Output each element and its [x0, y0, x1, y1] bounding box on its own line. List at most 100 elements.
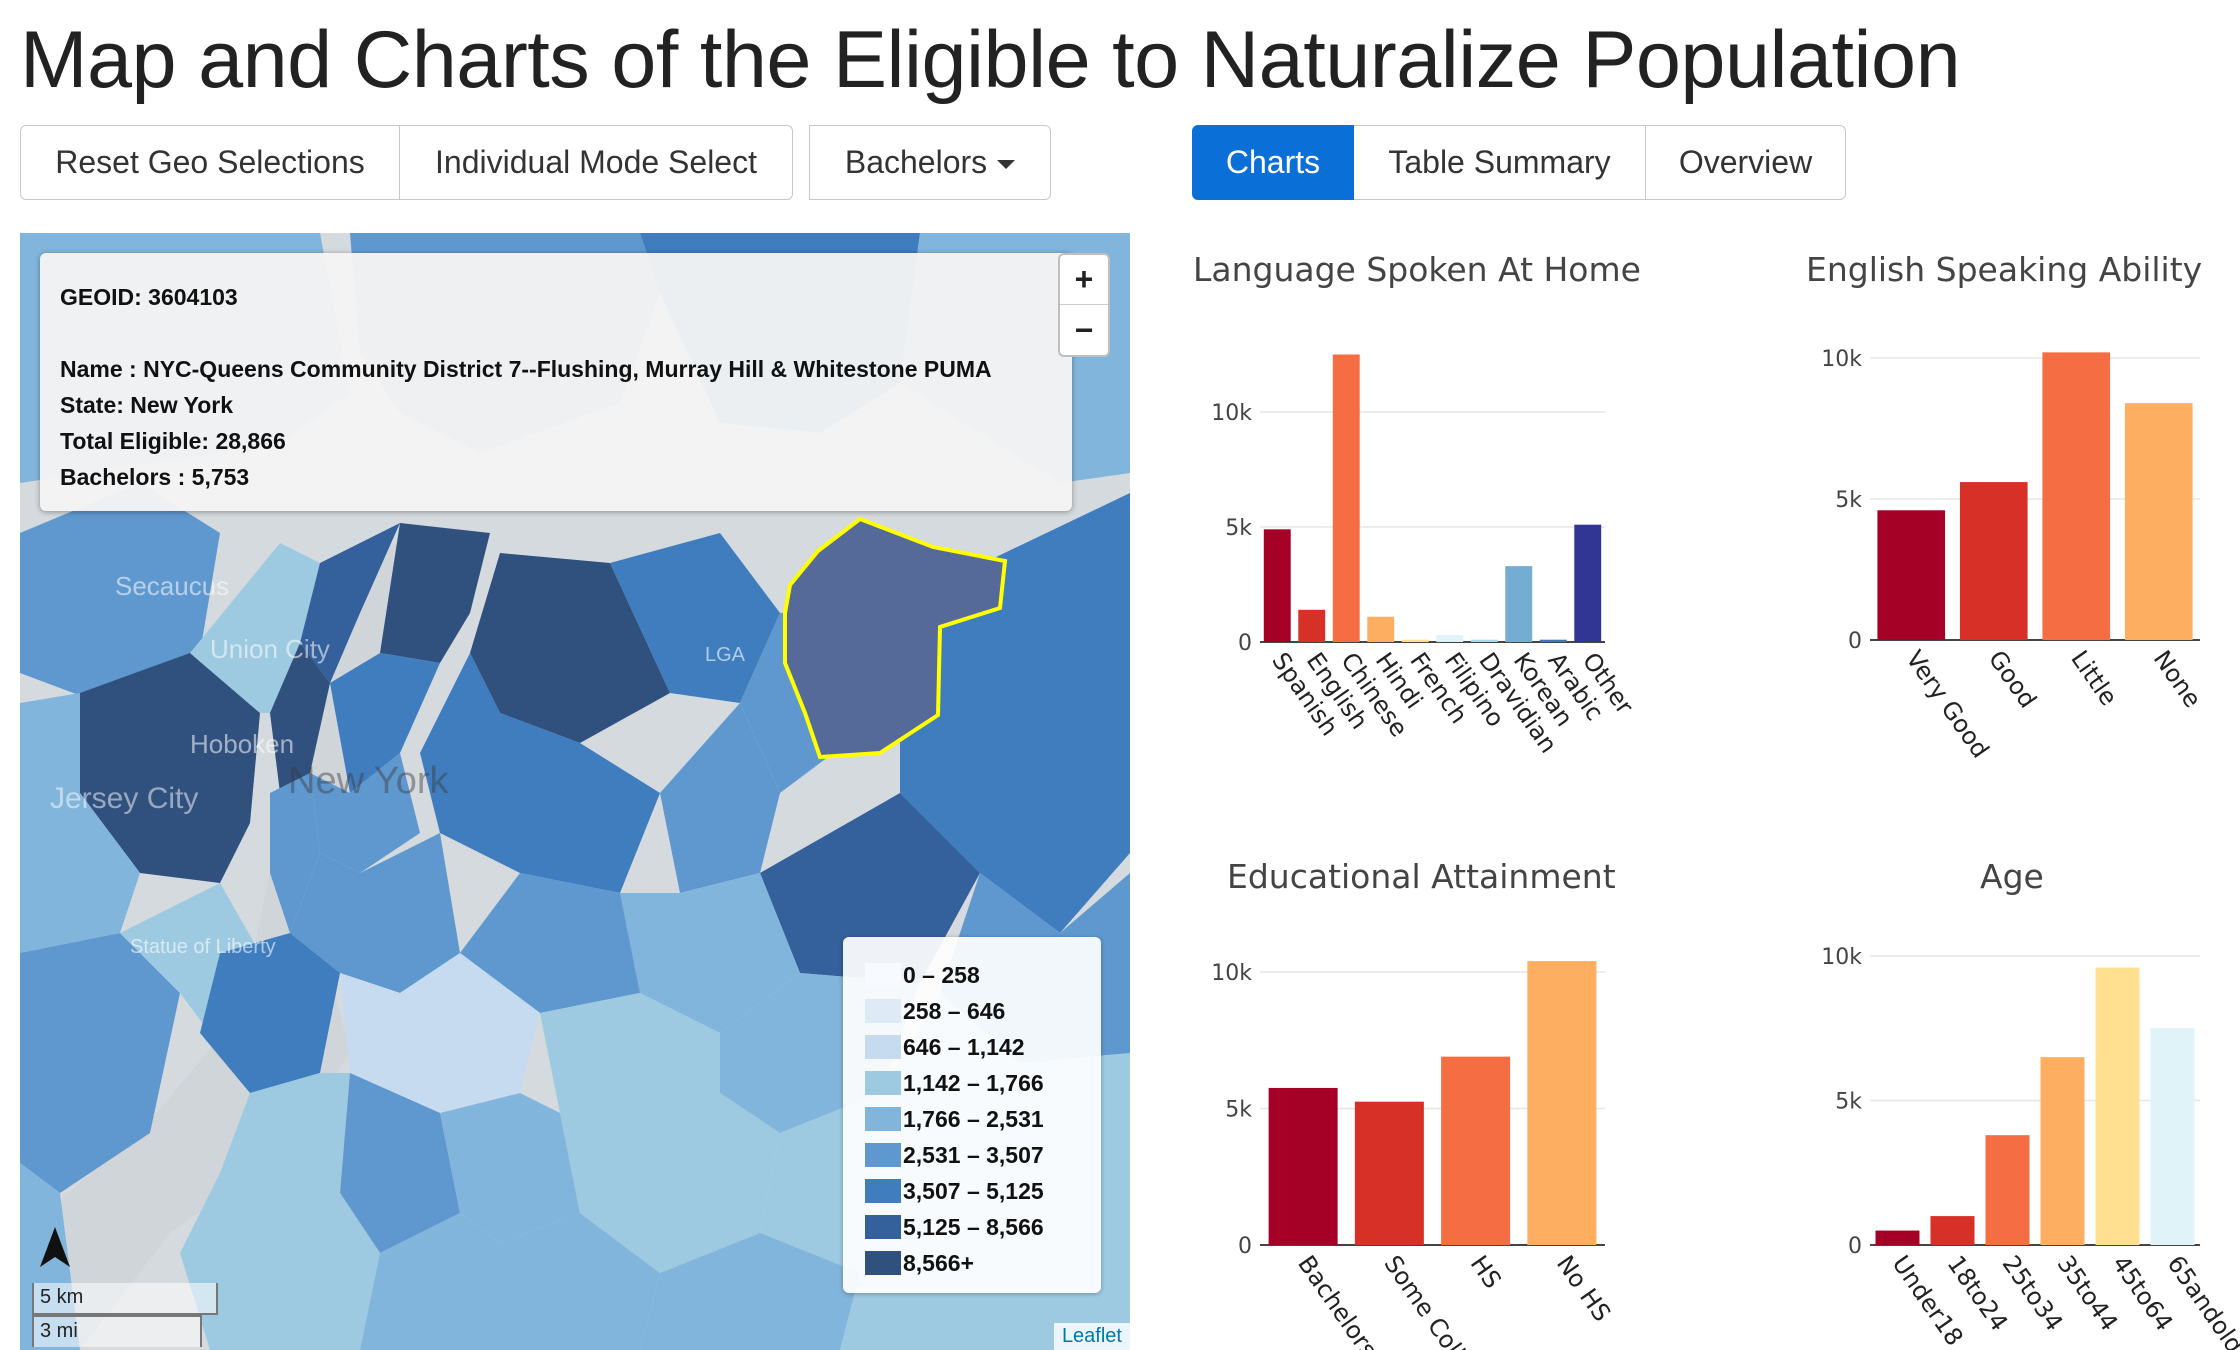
x-tick-label: None: [2148, 645, 2207, 712]
bar: [1263, 529, 1291, 642]
bar: [1930, 1216, 1975, 1245]
info-name: Name : NYC-Queens Community District 7--…: [60, 356, 992, 382]
bar: [1877, 510, 1946, 640]
legend-item: 1,142 – 1,766: [865, 1065, 1101, 1101]
bar: [1985, 1135, 2030, 1245]
legend-swatch: [865, 1035, 901, 1059]
bar: [2124, 403, 2193, 640]
legend-swatch: [865, 999, 901, 1023]
x-tick-label: Some Coll: [1378, 1250, 1470, 1350]
metric-dropdown-group: Bachelors: [809, 125, 1051, 200]
legend-item: 646 – 1,142: [865, 1029, 1101, 1065]
metric-dropdown-value: Bachelors: [844, 144, 988, 180]
bar: [1436, 635, 1464, 642]
legend-label: 2,531 – 3,507: [903, 1141, 1044, 1168]
place-label: Secaucus: [115, 571, 229, 601]
y-tick-label: 5k: [1225, 516, 1252, 541]
legend-label: 646 – 1,142: [903, 1033, 1025, 1060]
place-label: Union City: [210, 634, 330, 664]
y-tick-label: 0: [1238, 631, 1252, 656]
legend-item: 5,125 – 8,566: [865, 1209, 1101, 1245]
info-metric-value: Bachelors : 5,753: [60, 464, 250, 490]
metric-dropdown[interactable]: Bachelors: [809, 125, 1051, 200]
legend-swatch: [865, 963, 901, 987]
legend-label: 5,125 – 8,566: [903, 1213, 1044, 1240]
legend-label: 0 – 258: [903, 961, 980, 988]
place-label: Jersey City: [50, 782, 198, 815]
y-tick-label: 10k: [1211, 961, 1252, 986]
legend-label: 1,766 – 2,531: [903, 1105, 1044, 1132]
legend-label: 3,507 – 5,125: [903, 1177, 1044, 1204]
bar: [1505, 566, 1533, 642]
bar: [1332, 354, 1360, 642]
choropleth-map[interactable]: Secaucus Union City Hoboken Jersey City …: [20, 233, 1130, 1350]
education-chart: 0 5k 10k BachelorsSome CollHS No HS: [1211, 961, 1616, 1350]
x-tick-label: Bachelors: [1292, 1250, 1383, 1350]
y-tick-label: 0: [1238, 1234, 1252, 1259]
scale-km: 5 km: [32, 1283, 218, 1315]
legend-item: 1,766 – 2,531: [865, 1101, 1101, 1137]
y-tick-label: 0: [1848, 1234, 1862, 1259]
legend-item: 8,566+: [865, 1245, 1101, 1281]
legend-swatch: [865, 1107, 901, 1131]
legend-item: 3,507 – 5,125: [865, 1173, 1101, 1209]
tab-overview[interactable]: Overview: [1646, 125, 1846, 200]
x-tick-label: 65andold: [2162, 1250, 2240, 1350]
reset-geo-selections-button[interactable]: Reset Geo Selections: [20, 125, 400, 200]
zoom-in-button[interactable]: +: [1060, 255, 1108, 305]
y-tick-label: 5k: [1225, 1098, 1252, 1123]
age-chart: 05k10kUnder1818to2425to3435to4445to6465a…: [1821, 945, 2240, 1350]
bar: [1298, 609, 1326, 642]
zoom-out-button[interactable]: −: [1060, 305, 1108, 355]
tab-table-summary[interactable]: Table Summary: [1354, 125, 1646, 200]
x-tick-label: Good: [1983, 645, 2042, 713]
district-info-box: GEOID: 3604103 Name : NYC-Queens Communi…: [40, 253, 1072, 511]
bar: [1268, 1087, 1338, 1245]
geo-button-group: Reset Geo Selections Individual Mode Sel…: [20, 125, 793, 200]
bar: [1959, 482, 2028, 640]
legend-item: 258 – 646: [865, 993, 1101, 1029]
x-tick-label: No HS: [1551, 1250, 1616, 1326]
legend-item: 2,531 – 3,507: [865, 1137, 1101, 1173]
info-total-eligible: Total Eligible: 28,866: [60, 428, 286, 454]
bar: [1354, 1101, 1424, 1245]
place-label: Statue of Liberty: [130, 936, 276, 958]
legend-label: 258 – 646: [903, 997, 1006, 1024]
zoom-control: + −: [1058, 253, 1110, 357]
legend-item: 0 – 258: [865, 957, 1101, 993]
legend-swatch: [865, 1215, 901, 1239]
bar: [1367, 616, 1395, 642]
legend-label: 8,566+: [903, 1249, 974, 1276]
bar: [1401, 639, 1429, 642]
legend-swatch: [865, 1179, 901, 1203]
chart-title-age: Age: [1980, 857, 2044, 896]
tab-charts[interactable]: Charts: [1192, 125, 1354, 200]
individual-mode-select-button[interactable]: Individual Mode Select: [400, 125, 793, 200]
bar: [1574, 524, 1602, 642]
scale-mi: 3 mi: [32, 1315, 202, 1347]
x-tick-label: Little: [2065, 645, 2123, 710]
bar: [1470, 639, 1498, 642]
english-ability-chart: 0 5k 10k Very GoodGood Little None: [1821, 347, 2207, 763]
page-title: Map and Charts of the Eligible to Natura…: [20, 15, 1961, 105]
place-label: Hoboken: [190, 729, 294, 759]
x-tick-label: HS: [1465, 1250, 1507, 1293]
chart-title-english-ability: English Speaking Ability: [1806, 250, 2203, 289]
language-chart: 05k10kSpanishEnglishChineseHindiFrenchFi…: [1211, 354, 1639, 758]
bar: [2040, 1057, 2085, 1245]
info-state: State: New York: [60, 392, 233, 418]
leaflet-attribution-link[interactable]: Leaflet: [1053, 1323, 1130, 1350]
map-legend: 0 – 258 258 – 646 646 – 1,142 1,142 – 1,766…: [843, 937, 1101, 1293]
legend-swatch: [865, 1071, 901, 1095]
legend-label: 1,142 – 1,766: [903, 1069, 1044, 1096]
x-tick-label: Very Good: [1900, 645, 1994, 763]
bar: [1875, 1230, 1920, 1245]
y-tick-label: 0: [1848, 629, 1862, 654]
y-tick-label: 5k: [1835, 488, 1862, 513]
caret-down-icon: [997, 160, 1016, 169]
y-tick-label: 10k: [1821, 347, 1862, 372]
legend-swatch: [865, 1143, 901, 1167]
y-tick-label: 10k: [1821, 945, 1862, 970]
bar: [1539, 639, 1567, 642]
bar: [1527, 961, 1597, 1245]
